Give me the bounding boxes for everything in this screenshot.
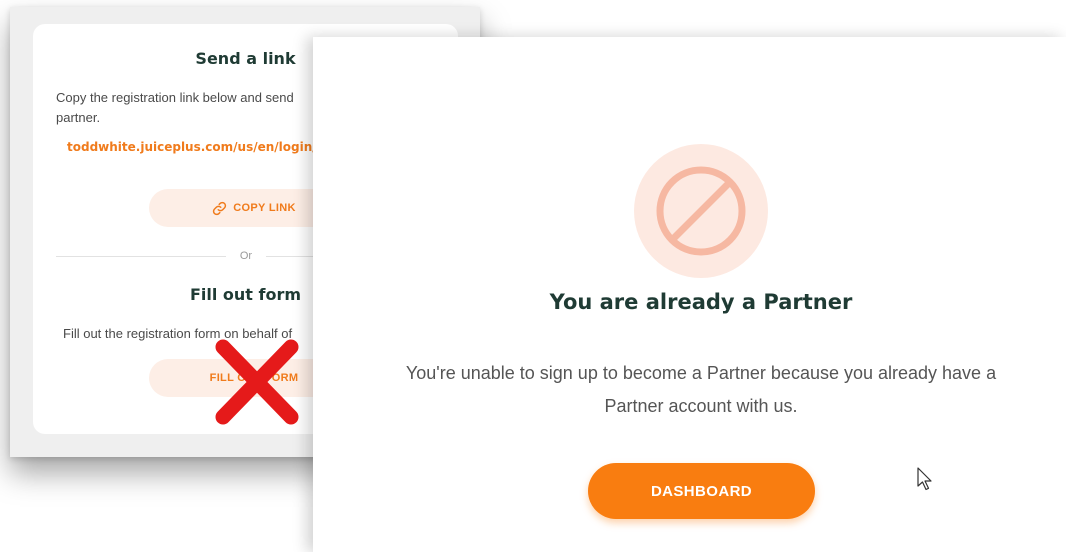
already-partner-panel: You are already a Partner You're unable … (313, 37, 1066, 552)
dashboard-button[interactable]: DASHBOARD (588, 463, 815, 519)
ban-icon-badge (634, 144, 768, 278)
page-title: You are already a Partner (549, 290, 853, 314)
send-link-instructions-line2: partner. (56, 110, 101, 125)
copy-link-label: COPY LINK (233, 202, 296, 214)
ban-icon (656, 166, 746, 256)
divider-label: Or (239, 250, 253, 262)
divider-line-left (56, 256, 226, 257)
red-x-mark (215, 339, 299, 425)
send-link-instructions-line1: Copy the registration link below and sen… (56, 90, 294, 105)
link-icon (213, 201, 227, 215)
dashboard-button-label: DASHBOARD (650, 482, 753, 500)
info-message: You're unable to sign up to become a Par… (405, 363, 997, 416)
mouse-pointer-icon (917, 467, 932, 491)
registration-link[interactable]: toddwhite.juiceplus.com/us/en/login/ (67, 140, 317, 154)
